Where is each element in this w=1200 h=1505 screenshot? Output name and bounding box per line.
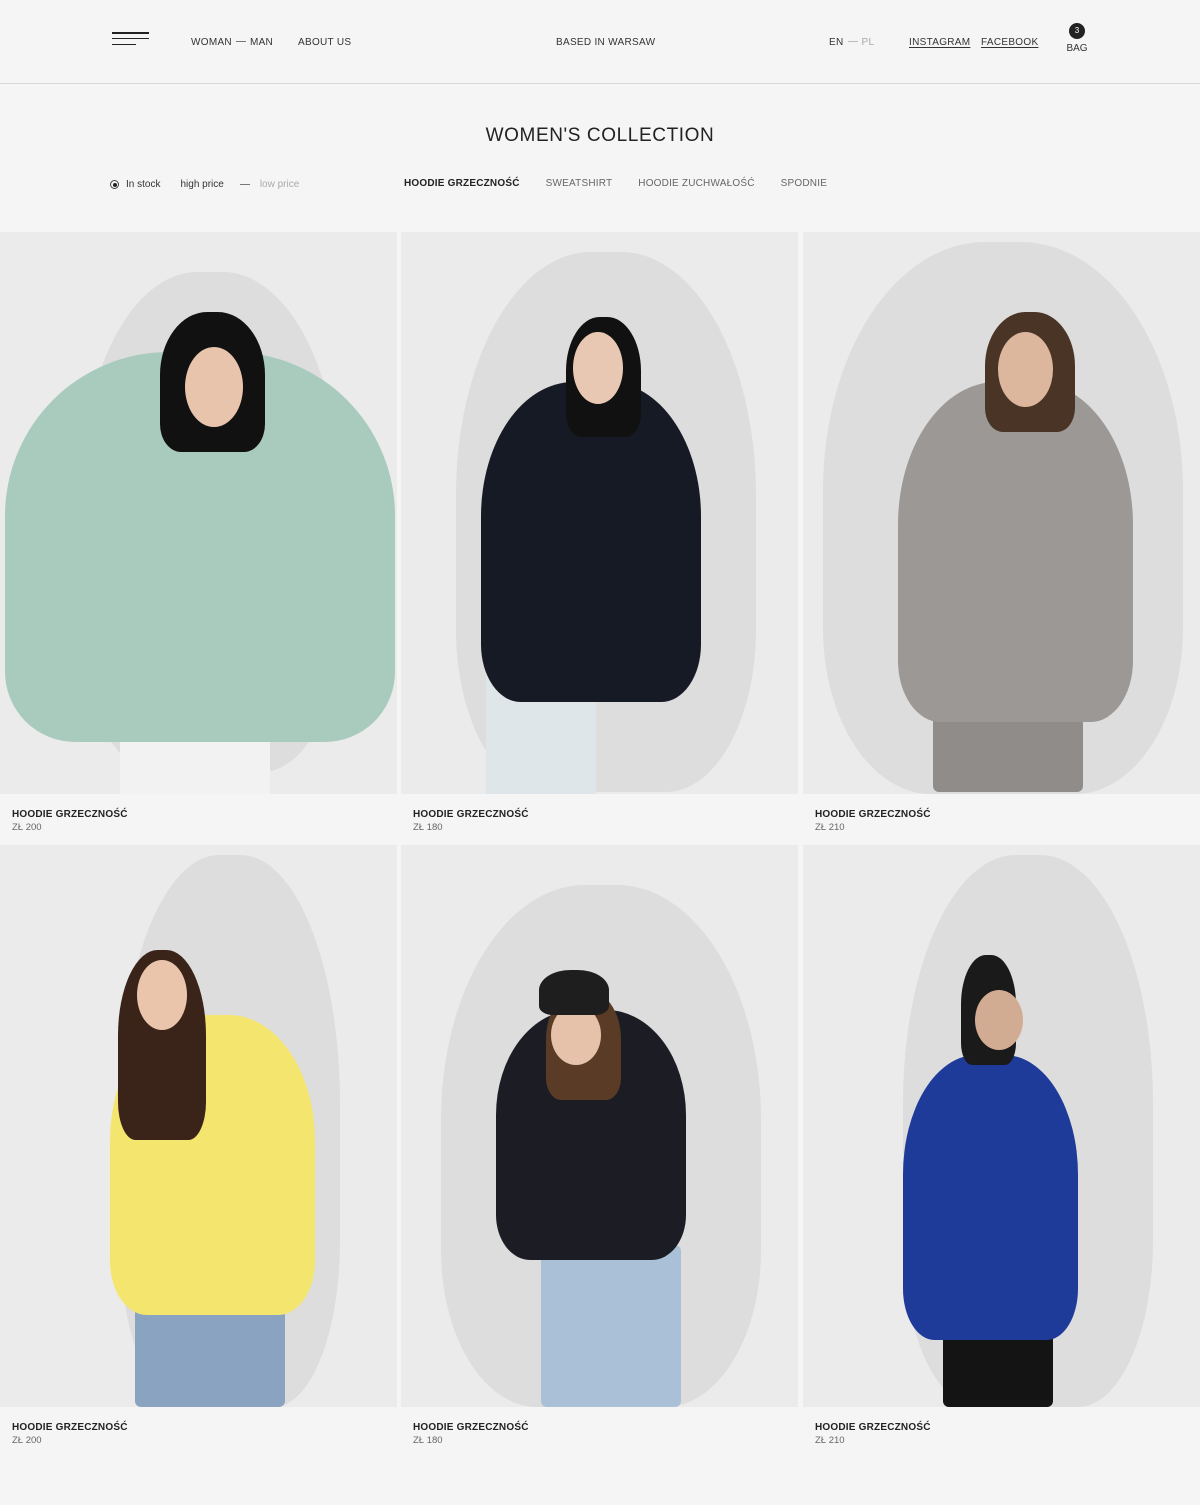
product-name[interactable]: HOODIE GRZECZNOŚĆ: [0, 1422, 397, 1433]
gender-nav: WOMAN MAN: [191, 37, 273, 48]
product-image[interactable]: [401, 845, 798, 1407]
tab-hoodie-grzecznosc[interactable]: HOODIE GRZECZNOŚĆ: [404, 178, 520, 189]
in-stock-filter[interactable]: In stock: [126, 179, 160, 190]
product-image[interactable]: [401, 232, 798, 794]
product-price: ZŁ 200: [12, 822, 42, 833]
product-image[interactable]: [803, 845, 1200, 1407]
product-price: ZŁ 180: [413, 822, 443, 833]
nav-man-link[interactable]: MAN: [250, 37, 273, 48]
low-price-sort[interactable]: low price: [260, 179, 299, 190]
tagline: BASED IN WARSAW: [556, 37, 656, 48]
product-card[interactable]: HOODIE GRZECZNOŚĆ ZŁ 180: [401, 232, 798, 833]
bag-button[interactable]: 3 BAG: [1066, 23, 1088, 54]
product-card[interactable]: HOODIE GRZECZNOŚĆ ZŁ 200: [0, 232, 397, 833]
bag-count-badge: 3: [1069, 23, 1085, 39]
lang-en-link[interactable]: EN: [829, 37, 844, 48]
nav-about-link[interactable]: ABOUT US: [298, 37, 351, 48]
page-title: WOMEN'S COLLECTION: [485, 125, 715, 146]
product-name[interactable]: HOODIE GRZECZNOŚĆ: [401, 1422, 798, 1433]
product-image[interactable]: [0, 232, 397, 794]
product-card[interactable]: HOODIE GRZECZNOŚĆ ZŁ 210: [803, 232, 1200, 833]
product-name[interactable]: HOODIE GRZECZNOŚĆ: [803, 1422, 1200, 1433]
menu-icon[interactable]: [112, 32, 149, 48]
tab-hoodie-zuchwalosc[interactable]: HOODIE ZUCHWAŁOŚĆ: [638, 178, 754, 189]
lang-pl-link[interactable]: PL: [862, 37, 875, 48]
category-tabs: HOODIE GRZECZNOŚĆ SWEATSHIRT HOODIE ZUCH…: [404, 178, 853, 189]
product-card[interactable]: HOODIE GRZECZNOŚĆ ZŁ 200: [0, 845, 397, 1446]
product-name[interactable]: HOODIE GRZECZNOŚĆ: [803, 809, 1200, 820]
hoodie: [903, 1055, 1078, 1340]
product-image[interactable]: [803, 232, 1200, 794]
tab-spodnie[interactable]: SPODNIE: [781, 178, 827, 189]
product-name[interactable]: HOODIE GRZECZNOŚĆ: [401, 809, 798, 820]
nav-woman-link[interactable]: WOMAN: [191, 37, 232, 48]
dash-separator: [847, 41, 858, 42]
filter-bar: In stock high price low price: [110, 179, 299, 190]
site-header: WOMAN MAN ABOUT US BASED IN WARSAW EN PL I…: [0, 0, 1200, 84]
product-price: ZŁ 210: [815, 1435, 845, 1446]
product-name[interactable]: HOODIE GRZECZNOŚĆ: [0, 809, 397, 820]
tab-sweatshirt[interactable]: SWEATSHIRT: [546, 178, 613, 189]
language-switcher: EN PL: [829, 37, 874, 48]
product-price: ZŁ 210: [815, 822, 845, 833]
facebook-link[interactable]: FACEBOOK: [981, 37, 1038, 48]
instagram-link[interactable]: INSTAGRAM: [909, 37, 970, 48]
product-price: ZŁ 180: [413, 1435, 443, 1446]
pants: [541, 1245, 681, 1407]
cap: [539, 970, 609, 1015]
high-price-sort[interactable]: high price: [180, 179, 223, 190]
product-image[interactable]: [0, 845, 397, 1407]
hoodie: [898, 382, 1133, 722]
in-stock-radio-icon[interactable]: [110, 180, 119, 189]
product-card[interactable]: HOODIE GRZECZNOŚĆ ZŁ 210: [803, 845, 1200, 1446]
bag-label: BAG: [1066, 43, 1088, 54]
dash-separator: [239, 184, 250, 185]
product-card[interactable]: HOODIE GRZECZNOŚĆ ZŁ 180: [401, 845, 798, 1446]
product-price: ZŁ 200: [12, 1435, 42, 1446]
dash-separator: [235, 41, 246, 42]
